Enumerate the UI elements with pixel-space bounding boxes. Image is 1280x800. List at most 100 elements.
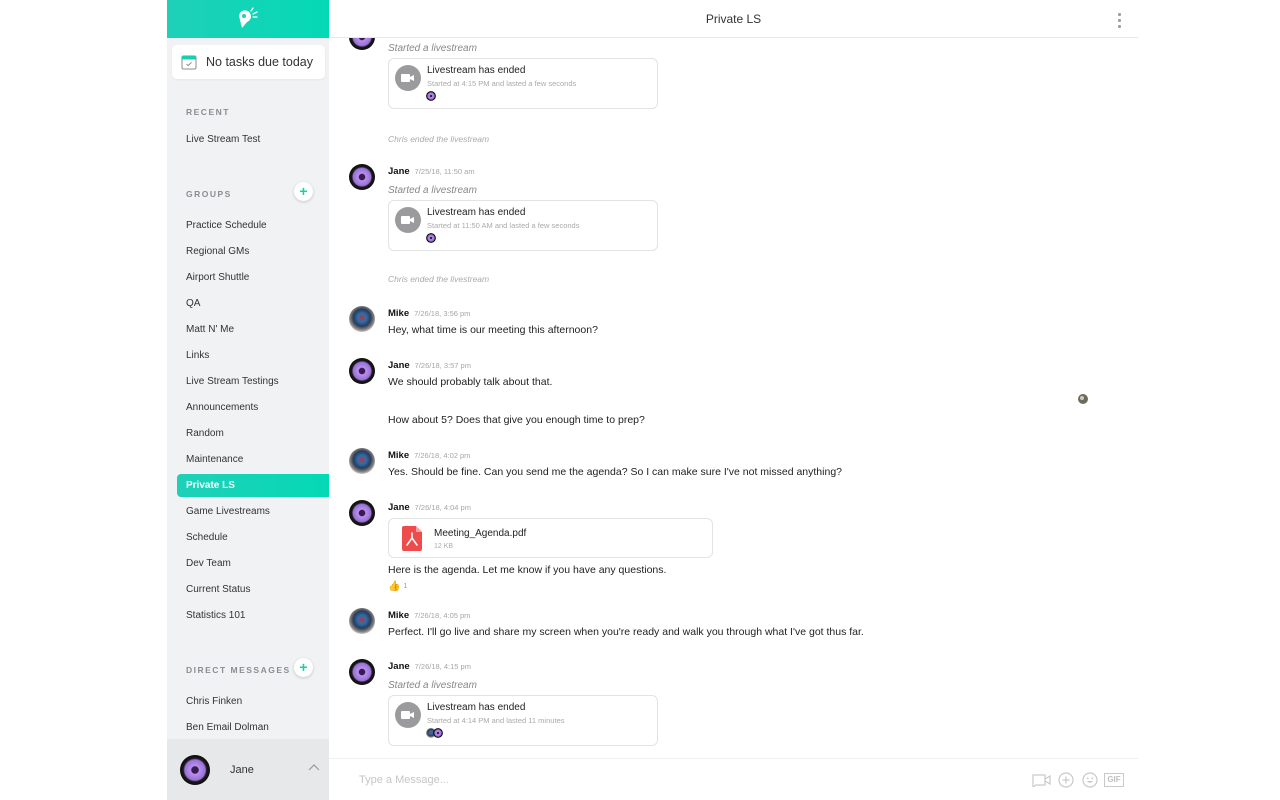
tasks-card[interactable]: No tasks due today bbox=[172, 45, 325, 79]
message-meta: Mike 7/26/18, 3:56 pm bbox=[388, 308, 470, 319]
message-text: How about 5? Does that give you enough t… bbox=[388, 414, 645, 426]
message-text: Perfect. I'll go live and share my scree… bbox=[388, 626, 864, 638]
livestream-action: Started a livestream bbox=[388, 43, 477, 54]
recent-item-live-stream-test[interactable]: Live Stream Test bbox=[177, 128, 329, 151]
group-item-random[interactable]: Random bbox=[177, 422, 329, 445]
chat-header: Private LS bbox=[329, 0, 1138, 38]
jane-avatar bbox=[349, 659, 375, 685]
author-name: Jane bbox=[388, 166, 410, 177]
message-text: Hey, what time is our meeting this after… bbox=[388, 324, 598, 336]
jane-avatar bbox=[349, 358, 375, 384]
add-group-button[interactable]: + bbox=[294, 182, 313, 201]
livestream-ended-note: Chris ended the livestream bbox=[388, 274, 490, 284]
message-meta: Jane 7/26/18, 3:57 pm bbox=[388, 360, 471, 371]
livestream-card[interactable]: Livestream has ended Started at 4:14 PM … bbox=[388, 695, 658, 746]
group-item-practice-schedule[interactable]: Practice Schedule bbox=[177, 214, 329, 237]
livestream-card[interactable]: Livestream has ended Started at 11:50 AM… bbox=[388, 200, 658, 251]
brand-header bbox=[167, 0, 329, 38]
viewer-avatars bbox=[426, 728, 443, 738]
calendar-icon bbox=[181, 55, 197, 70]
plus-circle-icon bbox=[1058, 772, 1074, 788]
file-name[interactable]: Meeting_Agenda.pdf bbox=[434, 528, 526, 539]
group-item-regional-gms[interactable]: Regional GMs bbox=[177, 240, 329, 263]
file-size: 12 KB bbox=[434, 543, 454, 550]
livestream-card[interactable]: Livestream has ended Started at 4:15 PM … bbox=[388, 58, 658, 109]
viewer-avatar bbox=[426, 91, 436, 101]
livestream-card-title: Livestream has ended bbox=[427, 65, 526, 76]
author-name: Mike bbox=[388, 610, 410, 621]
add-attachment-button[interactable] bbox=[1056, 771, 1076, 789]
dm-item-chris-finken[interactable]: Chris Finken bbox=[177, 690, 329, 713]
gif-button[interactable]: GIF bbox=[1104, 771, 1124, 789]
group-item-matt-n-me[interactable]: Matt N' Me bbox=[177, 318, 329, 341]
group-item-maintenance[interactable]: Maintenance bbox=[177, 448, 329, 471]
author-name: Mike bbox=[388, 450, 410, 461]
reaction-count: 1 bbox=[403, 583, 408, 590]
viewer-avatar bbox=[433, 728, 443, 738]
jane-avatar bbox=[349, 38, 375, 50]
message-meta: Jane 7/25/18, 11:50 am bbox=[388, 166, 475, 177]
video-camera-icon bbox=[395, 702, 421, 728]
group-item-airport-shuttle[interactable]: Airport Shuttle bbox=[177, 266, 329, 289]
dm-item-ben-email-dolman[interactable]: Ben Email Dolman bbox=[177, 716, 329, 739]
message-composer: GIF bbox=[329, 758, 1138, 800]
livestream-card-title: Livestream has ended bbox=[427, 207, 526, 218]
thumbs-up-icon: 👍 bbox=[388, 581, 401, 592]
jane-avatar bbox=[349, 500, 375, 526]
livestream-card-title: Livestream has ended bbox=[427, 702, 526, 713]
viewer-avatar bbox=[426, 233, 436, 243]
message-timestamp: 7/25/18, 11:50 am bbox=[414, 167, 475, 176]
author-name: Mike bbox=[388, 308, 410, 319]
group-item-links[interactable]: Links bbox=[177, 344, 329, 367]
app-logo-icon bbox=[239, 7, 258, 28]
message-timestamp: 7/26/18, 4:05 pm bbox=[414, 611, 471, 620]
group-item-live-stream-testings[interactable]: Live Stream Testings bbox=[177, 370, 329, 393]
chevron-up-icon[interactable] bbox=[307, 761, 321, 775]
video-camera-icon bbox=[1032, 774, 1051, 787]
file-attachment[interactable]: Meeting_Agenda.pdf 12 KB bbox=[388, 518, 713, 558]
group-item-game-livestreams[interactable]: Game Livestreams bbox=[177, 500, 329, 523]
add-direct-message-button[interactable]: + bbox=[294, 658, 313, 677]
group-item-statistics-101[interactable]: Statistics 101 bbox=[177, 604, 329, 627]
message-meta: Mike 7/26/18, 4:05 pm bbox=[388, 610, 470, 621]
author-name: Jane bbox=[388, 360, 410, 371]
message-text: Yes. Should be fine. Can you send me the… bbox=[388, 466, 842, 478]
message-list: Started a livestream Livestream has ende… bbox=[329, 38, 1138, 758]
direct-messages-section-title: DIRECT MESSAGES bbox=[186, 665, 291, 675]
message-timestamp: 7/26/18, 3:57 pm bbox=[414, 361, 471, 370]
smiley-icon bbox=[1082, 772, 1098, 788]
message-text: We should probably talk about that. bbox=[388, 376, 553, 388]
app-window: No tasks due today RECENT Live Stream Te… bbox=[167, 0, 1138, 800]
current-user-bar[interactable]: Jane bbox=[167, 739, 329, 800]
livestream-ended-note: Chris ended the livestream bbox=[388, 134, 490, 144]
message-meta: Jane 7/26/18, 4:15 pm bbox=[388, 661, 471, 672]
read-receipt-avatar bbox=[1078, 394, 1088, 404]
emoji-button[interactable] bbox=[1080, 771, 1100, 789]
composer-tools: GIF bbox=[1032, 771, 1124, 789]
channel-title: Private LS bbox=[705, 11, 762, 26]
viewer-avatars bbox=[426, 233, 436, 243]
message-timestamp: 7/26/18, 4:04 pm bbox=[414, 503, 471, 512]
more-options-icon[interactable] bbox=[1114, 11, 1124, 29]
thumbs-up-reaction[interactable]: 👍 1 bbox=[388, 581, 407, 592]
message-timestamp: 7/26/18, 4:15 pm bbox=[414, 662, 471, 671]
video-camera-icon bbox=[395, 65, 421, 91]
group-item-schedule[interactable]: Schedule bbox=[177, 526, 329, 549]
livestream-action: Started a livestream bbox=[388, 680, 477, 691]
group-item-qa[interactable]: QA bbox=[177, 292, 329, 315]
message-meta: Jane 7/26/18, 4:04 pm bbox=[388, 502, 471, 513]
message-input[interactable] bbox=[359, 769, 959, 791]
group-item-dev-team[interactable]: Dev Team bbox=[177, 552, 329, 575]
gif-icon: GIF bbox=[1104, 773, 1124, 787]
group-item-private-ls[interactable]: Private LS bbox=[177, 474, 329, 497]
start-livestream-button[interactable] bbox=[1032, 771, 1052, 789]
tasks-label: No tasks due today bbox=[206, 55, 314, 69]
sidebar: No tasks due today RECENT Live Stream Te… bbox=[167, 0, 329, 800]
pdf-file-icon bbox=[402, 526, 422, 551]
group-item-current-status[interactable]: Current Status bbox=[177, 578, 329, 601]
jane-avatar bbox=[349, 164, 375, 190]
recent-section-title: RECENT bbox=[186, 107, 230, 117]
video-camera-icon bbox=[395, 207, 421, 233]
user-avatar bbox=[180, 754, 210, 785]
group-item-announcements[interactable]: Announcements bbox=[177, 396, 329, 419]
